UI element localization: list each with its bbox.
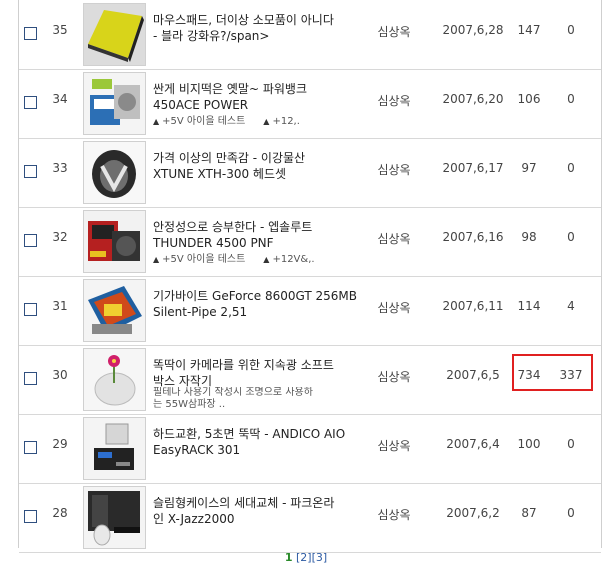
row-checkbox[interactable]: [24, 165, 37, 178]
page-current: 1: [284, 551, 293, 564]
post-thumbnail[interactable]: [83, 417, 146, 480]
list-item[interactable]: 31 기가바이트 GeForce 8600GT 256MB Silent-Pip…: [19, 276, 601, 346]
post-recommend: 4: [567, 299, 575, 313]
post-summary: ▲ +5V 아이을 테스트 ▲ +12V&,.: [153, 254, 315, 265]
post-title[interactable]: 싼게 비지떡은 옛말~ 파워뱅크 450ACE POWER: [153, 81, 358, 113]
power-supply-image: [84, 73, 145, 134]
post-recommend: 0: [567, 230, 575, 244]
post-date: 2007,6,2: [446, 506, 500, 520]
post-list: 35 마우스패드, 더이상 소모품이 아니다 - 블라 강화유?/span> 심…: [18, 0, 602, 553]
slim-case-image: [84, 487, 145, 548]
post-hits: 106: [517, 92, 541, 106]
post-title[interactable]: 기가바이트 GeForce 8600GT 256MB Silent-Pipe 2…: [153, 288, 358, 320]
post-date: 2007,6,5: [446, 368, 500, 382]
softbox-image: [84, 349, 145, 410]
post-summary: ▲ +5V 아이을 테스트 ▲ +12,.: [153, 116, 300, 127]
post-author[interactable]: 심상옥: [371, 23, 417, 40]
post-hits: 98: [521, 230, 537, 244]
post-title[interactable]: 안정성으로 승부한다 - 엡솔루트 THUNDER 4500 PNF: [153, 219, 358, 251]
post-number: 35: [52, 23, 68, 37]
post-hits: 100: [517, 437, 541, 451]
post-date: 2007,6,16: [442, 230, 504, 244]
list-item[interactable]: 33 가격 이상의 만족감 - 이강물산 XTUNE XTH-300 헤드셋 심…: [19, 138, 601, 208]
post-recommend: 0: [567, 437, 575, 451]
mousepad-image: [84, 4, 145, 65]
highlight-box: [512, 354, 593, 391]
list-item[interactable]: 28 슬림형케이스의 세대교체 - 파크온라 인 X-Jazz2000 심상옥 …: [19, 483, 601, 553]
post-hits: 114: [517, 299, 541, 313]
post-author[interactable]: 심상옥: [371, 92, 417, 109]
post-date: 2007,6,11: [442, 299, 504, 313]
post-author[interactable]: 심상옥: [371, 368, 417, 385]
post-date: 2007,6,28: [442, 23, 504, 37]
post-thumbnail[interactable]: [83, 279, 146, 342]
page-link-2[interactable]: [2]: [296, 551, 312, 564]
post-author[interactable]: 심상옥: [371, 437, 417, 454]
row-checkbox[interactable]: [24, 234, 37, 247]
triangle-up-icon: ▲: [153, 255, 160, 264]
page-link-3[interactable]: [3]: [312, 551, 328, 564]
post-hits: 87: [521, 506, 537, 520]
post-recommend: 0: [567, 23, 575, 37]
post-author[interactable]: 심상옥: [371, 506, 417, 523]
post-date: 2007,6,17: [442, 161, 504, 175]
list-item[interactable]: 29 하드교환, 5초면 뚝딱 - ANDICO AIO EasyRACK 30…: [19, 414, 601, 484]
post-author[interactable]: 심상옥: [371, 299, 417, 316]
row-checkbox[interactable]: [24, 372, 37, 385]
post-summary: 필테나 사용기 작성시 조명으로 사용하 는 55W삼파장 ..: [153, 387, 313, 410]
row-checkbox[interactable]: [24, 27, 37, 40]
pagination: 1 [2][3]: [0, 551, 612, 564]
post-hits: 147: [517, 23, 541, 37]
post-number: 32: [52, 230, 68, 244]
post-thumbnail[interactable]: [83, 210, 146, 273]
post-number: 34: [52, 92, 68, 106]
row-checkbox[interactable]: [24, 96, 37, 109]
post-thumbnail[interactable]: [83, 486, 146, 549]
row-checkbox[interactable]: [24, 510, 37, 523]
post-title[interactable]: 똑딱이 카메라를 위한 지속광 소프트 박스 자작기: [153, 357, 358, 389]
triangle-up-icon: ▲: [263, 255, 270, 264]
triangle-up-icon: ▲: [263, 117, 270, 126]
post-title[interactable]: 마우스패드, 더이상 소모품이 아니다 - 블라 강화유?/span>: [153, 12, 358, 44]
post-number: 31: [52, 299, 68, 313]
post-thumbnail[interactable]: [83, 72, 146, 135]
post-title[interactable]: 하드교환, 5초면 뚝딱 - ANDICO AIO EasyRACK 301: [153, 426, 358, 458]
post-title[interactable]: 슬림형케이스의 세대교체 - 파크온라 인 X-Jazz2000: [153, 495, 358, 527]
power-supply-image: [84, 211, 145, 272]
post-number: 29: [52, 437, 68, 451]
post-thumbnail[interactable]: [83, 3, 146, 66]
post-number: 30: [52, 368, 68, 382]
row-checkbox[interactable]: [24, 303, 37, 316]
post-title[interactable]: 가격 이상의 만족감 - 이강물산 XTUNE XTH-300 헤드셋: [153, 150, 358, 182]
post-date: 2007,6,20: [442, 92, 504, 106]
hdd-rack-image: [84, 418, 145, 479]
post-number: 33: [52, 161, 68, 175]
post-thumbnail[interactable]: [83, 348, 146, 411]
list-item[interactable]: 32 안정성으로 승부한다 - 엡솔루트 THUNDER 4500 PNF ▲ +…: [19, 207, 601, 277]
row-checkbox[interactable]: [24, 441, 37, 454]
post-number: 28: [52, 506, 68, 520]
graphics-card-image: [84, 280, 145, 341]
post-hits: 97: [521, 161, 537, 175]
headset-image: [84, 142, 145, 203]
post-date: 2007,6,4: [446, 437, 500, 451]
post-recommend: 0: [567, 92, 575, 106]
post-recommend: 0: [567, 161, 575, 175]
post-thumbnail[interactable]: [83, 141, 146, 204]
list-item[interactable]: 35 마우스패드, 더이상 소모품이 아니다 - 블라 강화유?/span> 심…: [19, 0, 601, 70]
post-recommend: 0: [567, 506, 575, 520]
post-author[interactable]: 심상옥: [371, 230, 417, 247]
triangle-up-icon: ▲: [153, 117, 160, 126]
list-item[interactable]: 34 싼게 비지떡은 옛말~ 파워뱅크 450ACE POWER ▲ +5V 아이…: [19, 69, 601, 139]
post-author[interactable]: 심상옥: [371, 161, 417, 178]
